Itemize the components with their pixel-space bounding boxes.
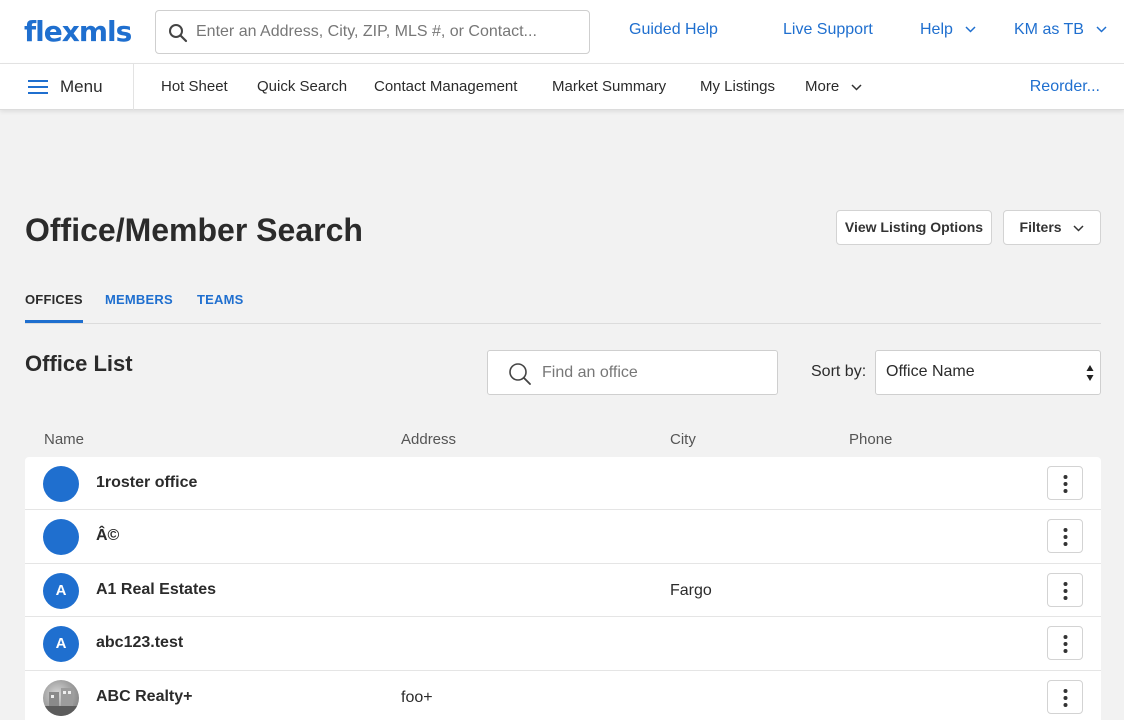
avatar — [43, 519, 79, 556]
more-vertical-icon — [1063, 688, 1068, 707]
table-row[interactable]: Â© — [25, 510, 1101, 564]
row-actions-button[interactable] — [1047, 466, 1083, 500]
row-actions-button[interactable] — [1047, 519, 1083, 554]
filters-label: Filters — [1019, 219, 1062, 235]
select-arrows-icon — [1086, 365, 1094, 381]
filters-button[interactable]: Filters — [1003, 210, 1101, 245]
search-icon — [509, 363, 531, 385]
row-actions-button[interactable] — [1047, 679, 1083, 714]
view-listing-options-button[interactable]: View Listing Options — [836, 210, 992, 245]
column-header-name[interactable]: Name — [44, 431, 84, 448]
view-listing-options-label: View Listing Options — [844, 219, 984, 235]
user-dropdown[interactable]: KM as TB — [1014, 21, 1107, 39]
more-vertical-icon — [1063, 528, 1068, 547]
tab-members[interactable]: MEMBERS — [105, 292, 173, 307]
global-search[interactable] — [155, 10, 590, 54]
column-header-phone[interactable]: Phone — [849, 431, 892, 448]
hamburger-icon — [28, 80, 48, 94]
global-search-input[interactable] — [196, 11, 581, 53]
flexmls-logo[interactable]: flexmls — [24, 15, 132, 48]
page-title: Office/Member Search — [25, 212, 363, 248]
office-photo-avatar — [43, 679, 79, 716]
chevron-down-icon — [851, 84, 862, 91]
chevron-down-icon — [965, 26, 976, 33]
tab-offices[interactable]: OFFICES — [25, 292, 83, 323]
live-support-label: Live Support — [783, 21, 873, 38]
nav-contact-management[interactable]: Contact Management — [374, 78, 517, 95]
live-support-link[interactable]: Live Support — [783, 21, 873, 39]
nav-bar: Menu Hot Sheet Quick Search Contact Mana… — [0, 64, 1124, 110]
user-label: KM as TB — [1014, 21, 1084, 38]
chevron-down-icon — [1096, 26, 1107, 33]
office-city: Fargo — [670, 581, 712, 599]
nav-market-summary[interactable]: Market Summary — [552, 78, 666, 95]
top-bar: flexmls Guided Help Live Support Help KM… — [0, 0, 1124, 64]
menu-label: Menu — [60, 77, 103, 96]
chevron-down-icon — [1073, 225, 1084, 232]
search-icon — [169, 24, 188, 43]
office-name[interactable]: Â© — [96, 527, 119, 545]
nav-more-dropdown[interactable]: More — [805, 78, 862, 95]
office-name[interactable]: abc123.test — [96, 634, 183, 652]
more-vertical-icon — [1063, 475, 1068, 493]
reorder-link[interactable]: Reorder... — [1030, 78, 1100, 96]
avatar: A — [43, 626, 79, 663]
office-name[interactable]: A1 Real Estates — [96, 581, 216, 599]
avatar: A — [43, 572, 79, 609]
table-row[interactable]: ABC Realty+ foo+ — [25, 671, 1101, 720]
nav-more-label: More — [805, 78, 840, 95]
guided-help-label: Guided Help — [629, 21, 718, 38]
office-list-title: Office List — [25, 351, 133, 376]
nav-my-listings[interactable]: My Listings — [700, 78, 775, 95]
table-row[interactable]: 1roster office — [25, 457, 1101, 511]
table-row[interactable]: A A1 Real Estates Fargo — [25, 564, 1101, 618]
menu-button[interactable]: Menu — [0, 64, 134, 110]
sort-by-value: Office Name — [886, 363, 975, 380]
sort-by-label: Sort by: — [811, 363, 867, 380]
row-actions-button[interactable] — [1047, 626, 1083, 661]
nav-quick-search[interactable]: Quick Search — [257, 78, 347, 95]
nav-hot-sheet[interactable]: Hot Sheet — [161, 78, 228, 95]
row-actions-button[interactable] — [1047, 572, 1083, 607]
column-header-address[interactable]: Address — [401, 431, 456, 448]
help-label: Help — [920, 21, 953, 38]
column-header-city[interactable]: City — [670, 431, 696, 448]
office-table: 1roster office Â© A A1 Real Estates Farg… — [25, 457, 1101, 720]
tab-teams[interactable]: TEAMS — [197, 292, 244, 307]
help-dropdown[interactable]: Help — [920, 21, 976, 39]
office-name[interactable]: ABC Realty+ — [96, 688, 192, 706]
office-search[interactable] — [487, 350, 778, 395]
more-vertical-icon — [1063, 581, 1068, 600]
more-vertical-icon — [1063, 635, 1068, 654]
office-photo-image — [43, 687, 79, 716]
office-name[interactable]: 1roster office — [96, 474, 197, 492]
search-tabs: OFFICES MEMBERS TEAMS — [25, 290, 1101, 324]
avatar — [43, 466, 79, 502]
guided-help-link[interactable]: Guided Help — [629, 21, 718, 39]
office-address: foo+ — [401, 688, 433, 706]
sort-by-select[interactable]: Office Name — [875, 350, 1101, 395]
office-search-input[interactable] — [542, 351, 772, 394]
table-row[interactable]: A abc123.test — [25, 617, 1101, 671]
